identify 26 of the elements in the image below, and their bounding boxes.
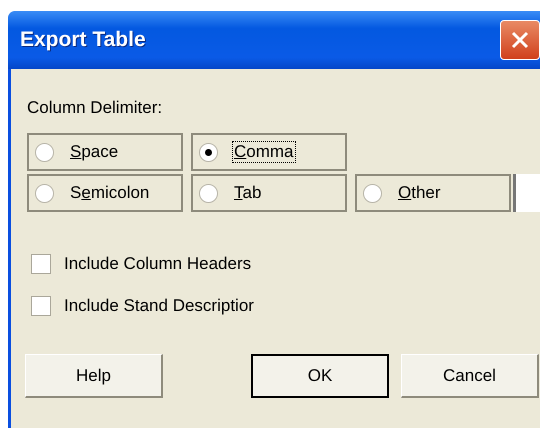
radio-label: Semicolon <box>69 182 150 204</box>
radio-option[interactable]: Space <box>27 133 183 171</box>
radio-label: Tab <box>233 182 262 204</box>
close-button[interactable] <box>500 20 540 60</box>
radio-button[interactable] <box>35 142 54 162</box>
help-button[interactable]: Help <box>25 354 163 398</box>
window-title: Export Table <box>20 28 146 52</box>
checkbox-label: Include Stand Descriptior <box>64 296 254 316</box>
radio-button[interactable] <box>35 184 54 202</box>
radio-label: Comma <box>232 141 296 163</box>
close-icon <box>511 31 529 49</box>
radio-option[interactable]: Comma <box>191 133 347 171</box>
checkbox[interactable] <box>31 254 51 274</box>
radio-option[interactable]: Other <box>355 174 511 212</box>
ok-button[interactable]: OK <box>251 354 389 398</box>
radio-button[interactable] <box>363 184 382 202</box>
radio-label: Space <box>69 141 120 163</box>
radio-option[interactable]: Tab <box>191 174 347 212</box>
checkbox-label: Include Column Headers <box>64 254 252 274</box>
radio-label: Other <box>397 182 442 204</box>
checkbox[interactable] <box>31 296 51 316</box>
radio-option[interactable]: Semicolon <box>27 174 183 212</box>
delimiter-label: Column Delimiter: <box>27 98 164 118</box>
radio-button[interactable] <box>199 184 218 202</box>
cancel-button[interactable]: Cancel <box>401 354 539 398</box>
radio-button[interactable] <box>199 142 218 162</box>
